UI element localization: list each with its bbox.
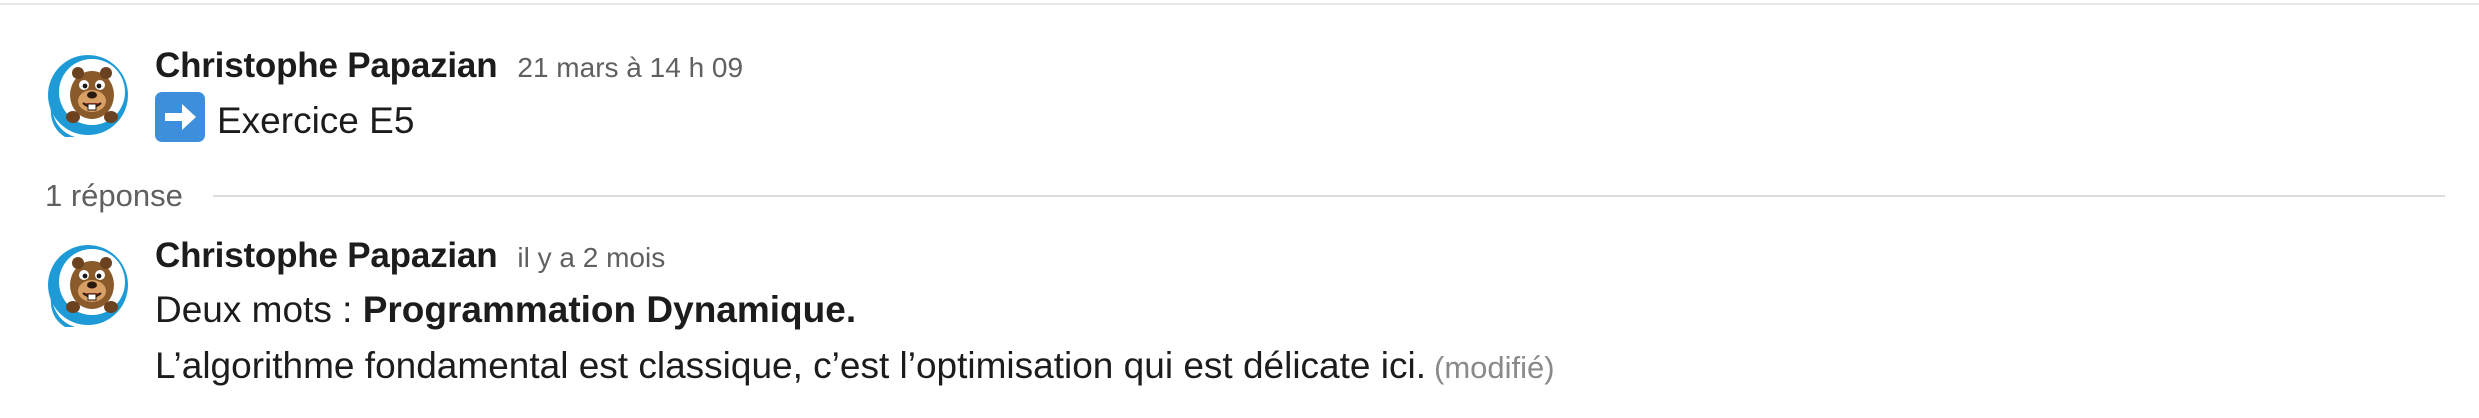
edited-label: (modifié) bbox=[1434, 350, 1555, 385]
avatar[interactable] bbox=[45, 241, 132, 328]
message-text-content: L’algorithme fondamental est classique, … bbox=[155, 345, 1426, 386]
message-text-line-1: Deux mots : Programmation Dynamique. bbox=[155, 282, 2439, 338]
message-text-prefix: Deux mots : bbox=[155, 289, 363, 330]
message-text-line-2: L’algorithme fondamental est classique, … bbox=[155, 338, 2439, 396]
avatar[interactable] bbox=[45, 51, 132, 138]
message-text-bold: Programmation Dynamique. bbox=[362, 289, 857, 330]
message-header: Christophe Papazian 21 mars à 14 h 09 bbox=[155, 46, 2439, 86]
message-body: Christophe Papazian il y a 2 mois Deux m… bbox=[155, 236, 2439, 396]
timestamp[interactable]: il y a 2 mois bbox=[517, 242, 665, 274]
arrow-right-emoji-icon bbox=[155, 92, 205, 142]
message-header: Christophe Papazian il y a 2 mois bbox=[155, 236, 2439, 276]
thread-replies-bar: 1 réponse bbox=[45, 176, 2445, 216]
timestamp[interactable]: 21 mars à 14 h 09 bbox=[517, 52, 743, 84]
beaver-avatar-icon bbox=[48, 245, 128, 327]
message-body: Christophe Papazian 21 mars à 14 h 09 Ex… bbox=[155, 46, 2439, 149]
replies-count-link[interactable]: 1 réponse bbox=[45, 178, 183, 214]
beaver-avatar-icon bbox=[48, 55, 128, 137]
parent-message[interactable]: Christophe Papazian 21 mars à 14 h 09 Ex… bbox=[0, 46, 2479, 156]
author-name[interactable]: Christophe Papazian bbox=[155, 46, 498, 86]
reply-message[interactable]: Christophe Papazian il y a 2 mois Deux m… bbox=[0, 236, 2479, 406]
top-divider bbox=[0, 3, 2479, 5]
message-text-content: Exercice E5 bbox=[217, 100, 415, 141]
author-name[interactable]: Christophe Papazian bbox=[155, 236, 498, 276]
replies-divider bbox=[212, 195, 2445, 197]
message-text: Exercice E5 bbox=[155, 92, 2439, 149]
